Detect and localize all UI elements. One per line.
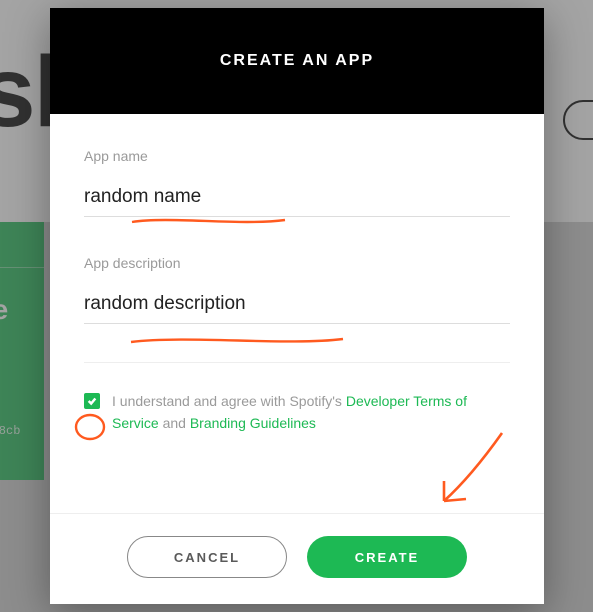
modal-footer: CANCEL CREATE bbox=[50, 513, 544, 604]
modal-title: CREATE AN APP bbox=[50, 8, 544, 114]
consent-row: I understand and agree with Spotify's De… bbox=[84, 391, 510, 434]
consent-mid: and bbox=[159, 415, 190, 431]
create-button[interactable]: CREATE bbox=[307, 536, 467, 578]
consent-text: I understand and agree with Spotify's De… bbox=[112, 391, 510, 434]
app-name-label: App name bbox=[84, 148, 510, 164]
check-icon bbox=[87, 396, 97, 406]
create-app-modal: CREATE AN APP App name App description I… bbox=[50, 8, 544, 604]
divider bbox=[84, 362, 510, 363]
app-description-label: App description bbox=[84, 255, 510, 271]
consent-checkbox[interactable] bbox=[84, 393, 100, 409]
app-name-input[interactable] bbox=[84, 182, 510, 217]
branding-guidelines-link[interactable]: Branding Guidelines bbox=[190, 415, 316, 431]
app-description-input[interactable] bbox=[84, 289, 510, 324]
cancel-button[interactable]: CANCEL bbox=[127, 536, 287, 578]
consent-prefix: I understand and agree with Spotify's bbox=[112, 393, 346, 409]
